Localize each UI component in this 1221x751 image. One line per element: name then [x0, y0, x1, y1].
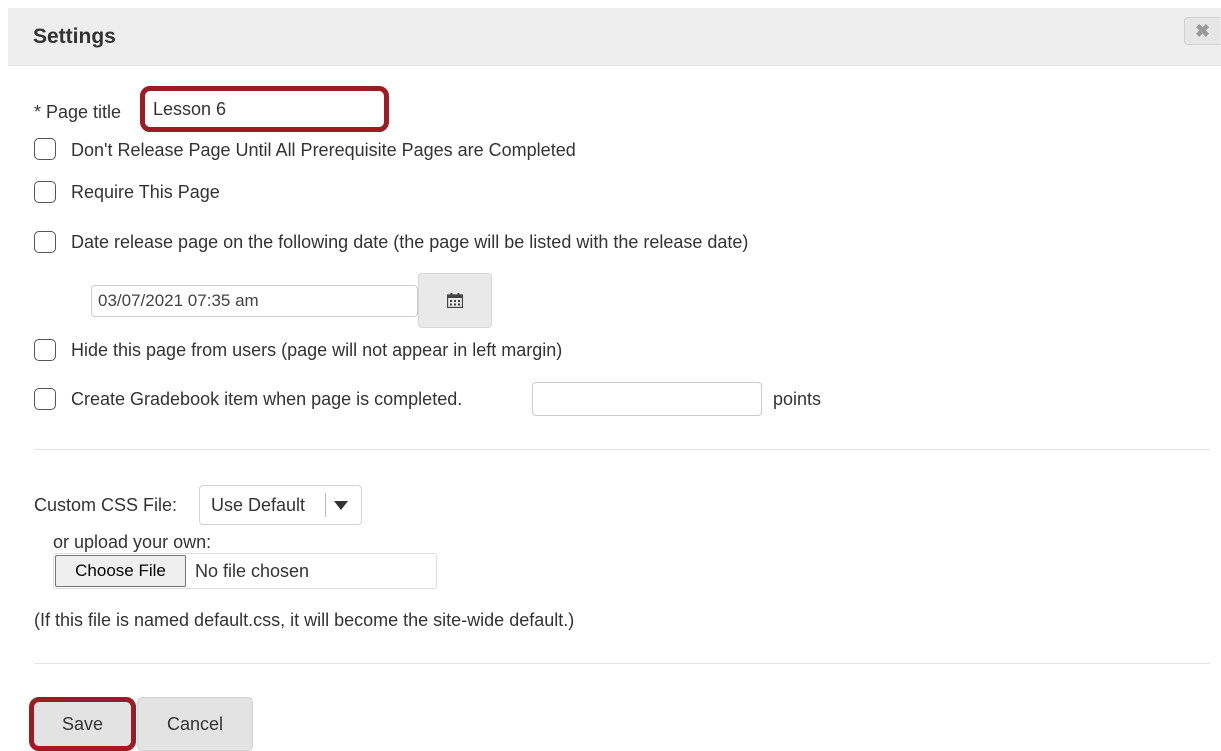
section-divider	[34, 449, 1210, 450]
select-separator	[325, 493, 326, 517]
section-divider-bottom	[34, 663, 1210, 664]
require-page-label: Require This Page	[71, 182, 220, 202]
close-button[interactable]: ✖	[1184, 17, 1220, 45]
dialog-title: Settings	[33, 25, 116, 48]
release-date-input[interactable]	[91, 285, 418, 317]
save-button[interactable]: Save	[29, 697, 136, 751]
page-title-input[interactable]	[140, 86, 389, 132]
page-title-label: * Page title	[34, 102, 122, 122]
date-release-checkbox[interactable]	[34, 231, 56, 253]
close-icon: ✖	[1194, 21, 1211, 41]
gradebook-checkbox[interactable]	[34, 388, 56, 410]
require-page-checkbox[interactable]	[34, 181, 56, 203]
custom-css-select[interactable]: Use Default	[199, 485, 362, 525]
upload-label: or upload your own:	[53, 532, 212, 552]
cancel-button[interactable]: Cancel	[137, 697, 253, 751]
hide-page-label: Hide this page from users (page will not…	[71, 340, 563, 360]
date-release-label: Date release page on the following date …	[71, 232, 749, 252]
file-upload: Choose File No file chosen	[53, 553, 437, 589]
prerequisite-checkbox[interactable]	[34, 138, 56, 160]
hide-page-checkbox[interactable]	[34, 339, 56, 361]
dialog-header: Settings	[8, 8, 1221, 66]
custom-css-selected: Use Default	[211, 495, 306, 515]
calendar-icon	[447, 293, 463, 308]
file-status: No file chosen	[195, 561, 310, 581]
choose-file-button[interactable]: Choose File	[55, 555, 186, 587]
caret-down-icon	[334, 501, 348, 510]
points-input[interactable]	[532, 382, 762, 416]
prerequisite-label: Don't Release Page Until All Prerequisit…	[71, 140, 576, 160]
css-note: (If this file is named default.css, it w…	[34, 610, 575, 630]
points-label: points	[773, 389, 822, 409]
custom-css-label: Custom CSS File:	[34, 495, 178, 515]
gradebook-label: Create Gradebook item when page is compl…	[71, 389, 463, 409]
calendar-button[interactable]	[418, 273, 492, 328]
